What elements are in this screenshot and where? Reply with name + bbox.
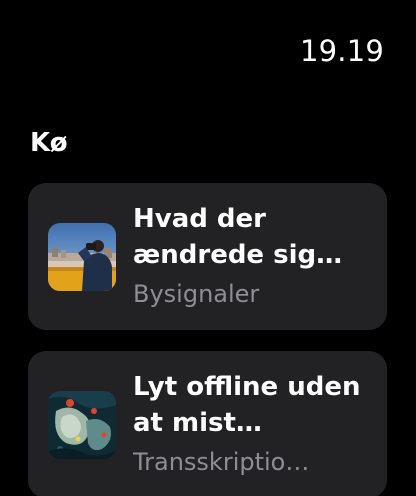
queue-title: Kø: [30, 128, 68, 158]
city-photographer-artwork: [48, 223, 116, 291]
queue-item-text: Lyt offline uden at mist… Transskriptio…: [133, 369, 375, 477]
status-time: 19.19: [299, 34, 384, 68]
episode-title: Hvad der ændrede sig…: [133, 204, 343, 270]
queue-item[interactable]: Lyt offline uden at mist… Transskriptio…: [28, 351, 387, 496]
queue-item[interactable]: Hvad der ændrede sig… Bysignaler: [28, 183, 387, 330]
podcast-name: Transskriptio…: [133, 448, 310, 476]
abstract-map-artwork: [48, 391, 116, 459]
podcast-name: Bysignaler: [133, 280, 260, 308]
episode-title: Lyt offline uden at mist…: [133, 372, 361, 438]
watch-screen: 19.19 Kø Hvad der ændrede sig… Bysignale…: [0, 0, 416, 496]
queue-item-text: Hvad der ændrede sig… Bysignaler: [133, 201, 375, 309]
